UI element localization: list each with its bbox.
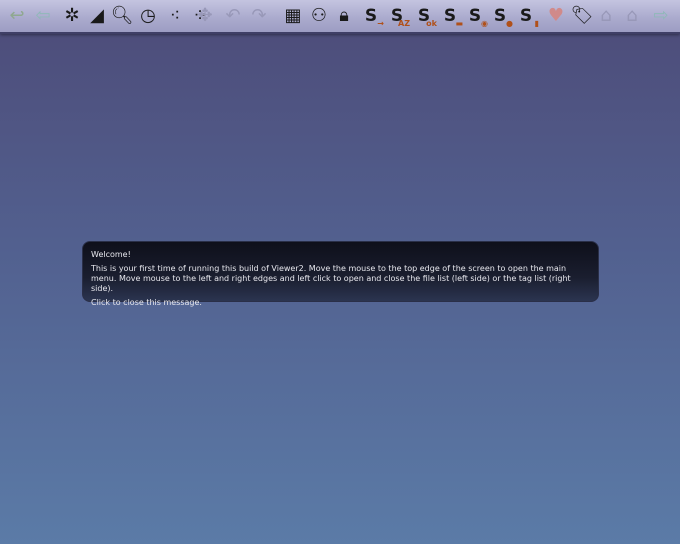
move-button[interactable]: ✥ xyxy=(193,4,217,28)
sort-rect-icon: S xyxy=(443,5,457,26)
settings-star-button[interactable]: ✲ xyxy=(60,4,84,28)
triangles-a-button[interactable]: ⁖ xyxy=(163,4,187,28)
sort-ok-button[interactable]: Sok xyxy=(412,4,437,28)
forward-arrow-button[interactable]: ⇨ xyxy=(649,4,673,28)
favorite-heart-button[interactable]: ♥ xyxy=(544,4,568,28)
message-title: Welcome! xyxy=(91,250,131,259)
open-folder-back-icon: ↩ xyxy=(9,5,25,26)
redo-button[interactable]: ↷ xyxy=(247,4,271,28)
welcome-message[interactable]: Welcome! This is your first time of runn… xyxy=(82,241,599,307)
tag-question-button[interactable]: ⌂ xyxy=(620,4,644,28)
back-arrow-button[interactable]: ⇦ xyxy=(31,4,55,28)
sort-rect-badge-icon: ▬ xyxy=(455,19,463,28)
sort-clock-icon: S xyxy=(493,5,507,26)
sort-az-button[interactable]: S AZ xyxy=(385,4,410,28)
sort-ok-badge-icon: ok xyxy=(426,19,437,28)
sort-eye-badge-icon: ◉ xyxy=(481,19,488,28)
tag-question-icon: ⌂ xyxy=(626,5,638,26)
undo-button[interactable]: ↶ xyxy=(221,4,245,28)
sort-clock-button[interactable]: S ● xyxy=(488,4,513,28)
folder-button[interactable]: ◢ xyxy=(85,4,109,28)
search-button[interactable]: 🔍︎ xyxy=(110,4,134,28)
search-icon: 🔍︎ xyxy=(110,5,134,26)
sort-rect-button[interactable]: S ▬ xyxy=(438,4,463,28)
back-arrow-icon: ⇦ xyxy=(35,5,51,26)
forward-arrow-icon: ⇨ xyxy=(653,5,669,26)
sort-tag-button[interactable]: S ▮ xyxy=(514,4,539,28)
sort-eye-button[interactable]: S ◉ xyxy=(463,4,488,28)
lock-button[interactable]: 🔒︎ xyxy=(332,4,356,28)
sort-clock-badge-icon: ● xyxy=(506,19,513,28)
settings-star-icon: ✲ xyxy=(64,5,80,26)
move-icon: ✥ xyxy=(197,5,213,26)
sort-tag-icon: S xyxy=(519,5,533,26)
group-button[interactable]: ⚇ xyxy=(307,4,331,28)
clock-button[interactable]: ◷ xyxy=(136,4,160,28)
group-icon: ⚇ xyxy=(310,5,328,26)
tag-add-icon: ⌂ xyxy=(600,5,612,26)
favorite-heart-icon: ♥ xyxy=(547,5,565,26)
undo-icon: ↶ xyxy=(225,5,241,26)
folder-icon: ◢ xyxy=(90,5,104,26)
open-folder-back-button[interactable]: ↩ xyxy=(5,4,29,28)
network-button[interactable]: ▦ xyxy=(281,4,305,28)
sort-arrow-icon: S xyxy=(364,5,378,26)
lock-icon: 🔒︎ xyxy=(339,5,349,26)
triangles-a-icon: ⁖ xyxy=(169,5,181,26)
tag-search-button[interactable]: 🏷︎ xyxy=(570,4,594,28)
sort-tag-badge-icon: ▮ xyxy=(534,19,539,28)
main-toolbar: ↩ ⇦ ✲ ◢ 🔍︎ ◷ ⁖ ⁘ ✥ ↶ ↷ ▦ ⚇ 🔒︎ S → S AZ Sok S ▬ S ◉ S ● S ▮ ♥ 🏷︎ ⌂ ⌂ ⇨ xyxy=(0,0,680,34)
network-icon: ▦ xyxy=(284,5,302,26)
redo-icon: ↷ xyxy=(251,5,267,26)
tag-add-button[interactable]: ⌂ xyxy=(594,4,618,28)
sort-az-badge-icon: AZ xyxy=(398,19,410,28)
clock-icon: ◷ xyxy=(140,5,156,26)
message-footer: Click to close this message. xyxy=(91,298,202,307)
tag-search-icon: 🏷︎ xyxy=(570,5,594,26)
sort-eye-icon: S xyxy=(468,5,482,26)
message-body: This is your first time of running this … xyxy=(91,264,571,293)
sort-arrow-button[interactable]: S → xyxy=(359,4,384,28)
sort-arrow-badge-icon: → xyxy=(377,19,384,28)
